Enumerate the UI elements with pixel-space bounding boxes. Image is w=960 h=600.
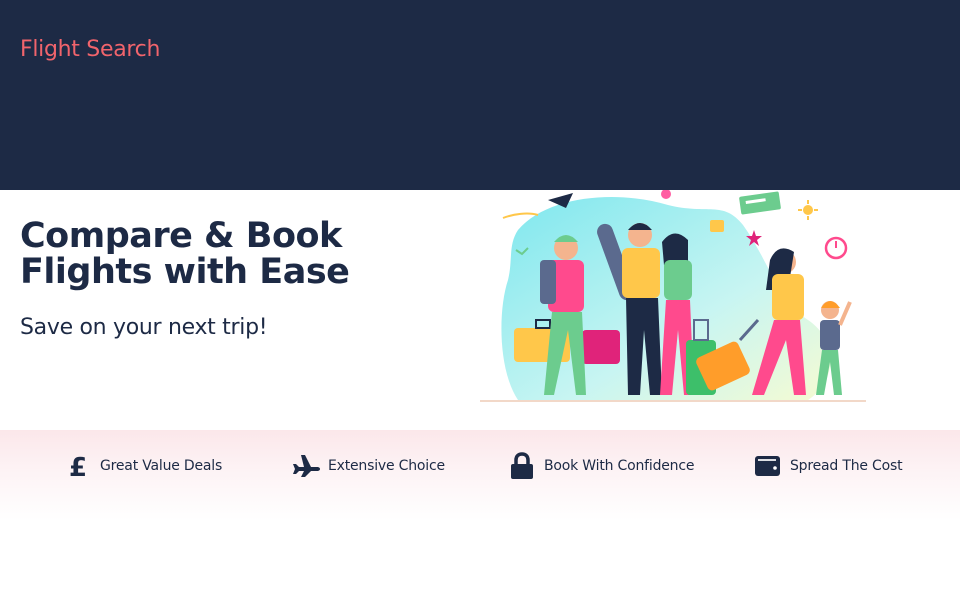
hero-subtitle: Save on your next trip!	[20, 315, 268, 340]
wallet-icon	[754, 452, 782, 480]
feature-label: Great Value Deals	[100, 458, 223, 474]
feature-label: Spread The Cost	[790, 458, 903, 474]
feature-label: Book With Confidence	[544, 458, 695, 474]
lock-icon	[508, 452, 536, 480]
hero-title: Compare & Book Flights with Ease	[20, 216, 350, 292]
feature-label: Extensive Choice	[328, 458, 445, 474]
brand-logo-link[interactable]: Flight Search	[20, 37, 160, 62]
feature-spread-the-cost: Spread The Cost	[754, 452, 903, 480]
feature-book-with-confidence: Book With Confidence	[508, 452, 694, 480]
site-header: Flight Search	[0, 0, 960, 190]
svg-text:£: £	[69, 453, 87, 479]
feature-extensive-choice: Extensive Choice	[292, 452, 445, 480]
features-bar: £ Great Value Deals Extensive Choice Boo…	[0, 430, 960, 520]
hero-section: Compare & Book Flights with Ease Save on…	[0, 190, 960, 430]
pound-sign-icon: £	[64, 452, 92, 480]
family-travelers-illustration	[480, 190, 866, 402]
plane-icon	[292, 452, 320, 480]
feature-great-value-deals: £ Great Value Deals	[64, 452, 222, 480]
